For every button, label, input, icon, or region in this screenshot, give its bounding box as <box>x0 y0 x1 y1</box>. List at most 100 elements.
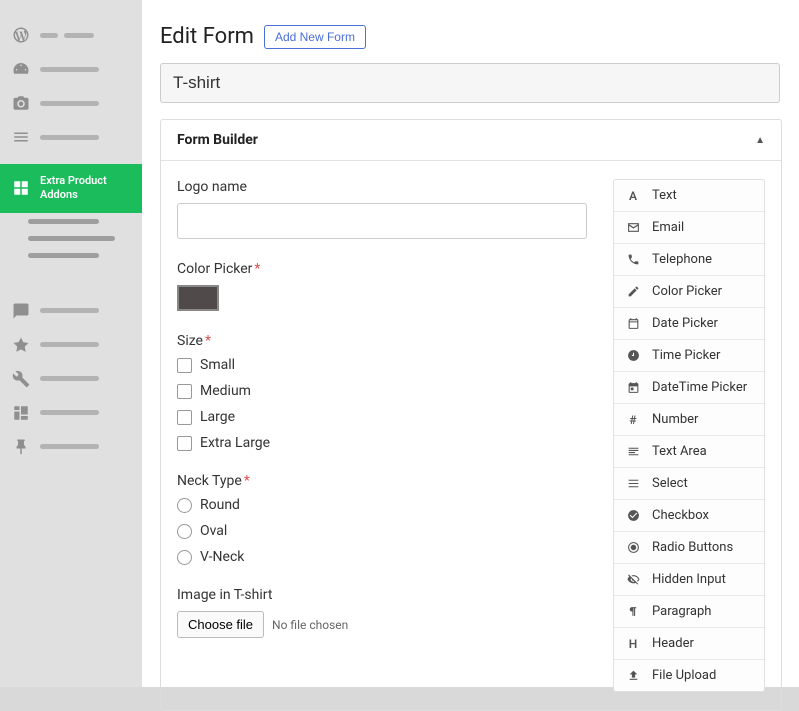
sidebar-subitem[interactable] <box>0 230 142 247</box>
form-canvas: Logo name Color Picker* Size* Small Medi… <box>177 179 587 692</box>
palette-item-number[interactable]: # Number <box>614 404 764 436</box>
sidebar-item[interactable] <box>0 430 142 464</box>
upload-icon <box>626 669 640 683</box>
palette-item-label: DateTime Picker <box>652 380 747 395</box>
palette-item-label: Paragraph <box>652 604 711 619</box>
wordpress-icon <box>12 26 30 44</box>
field-label: Neck Type* <box>177 473 587 489</box>
sidebar-active-label: Extra Product Addons <box>40 174 130 203</box>
palette-item-hidden-input[interactable]: Hidden Input <box>614 564 764 596</box>
palette-item-file-upload[interactable]: File Upload <box>614 660 764 691</box>
para-icon <box>626 605 640 619</box>
palette-item-label: Text Area <box>652 444 707 459</box>
form-name-input[interactable] <box>160 63 780 103</box>
admin-sidebar: Extra Product Addons <box>0 0 142 687</box>
palette-item-label: Time Picker <box>652 348 720 363</box>
checkbox-option[interactable]: Medium <box>177 383 587 399</box>
palette-item-paragraph[interactable]: Paragraph <box>614 596 764 628</box>
field-neck-type[interactable]: Neck Type* Round Oval V-Neck <box>177 473 587 565</box>
palette-item-date-picker[interactable]: Date Picker <box>614 308 764 340</box>
palette-item-time-picker[interactable]: Time Picker <box>614 340 764 372</box>
field-label: Size* <box>177 333 587 349</box>
field-palette: A Text Email Telephone Color Picker Date Pick… <box>613 179 765 692</box>
grid-icon <box>12 179 30 197</box>
palette-item-label: Radio Buttons <box>652 540 733 555</box>
field-image-upload[interactable]: Image in T-shirt Choose file No file cho… <box>177 587 587 638</box>
palette-item-text-area[interactable]: Text Area <box>614 436 764 468</box>
palette-item-header[interactable]: H Header <box>614 628 764 660</box>
collapse-icon[interactable]: ▲ <box>755 135 765 146</box>
palette-item-datetime-picker[interactable]: DateTime Picker <box>614 372 764 404</box>
sidebar-item[interactable] <box>0 362 142 396</box>
eye-off-icon <box>626 573 640 587</box>
sidebar-item[interactable] <box>0 294 142 328</box>
wrench-icon <box>12 370 30 388</box>
checkbox-option[interactable]: Extra Large <box>177 435 587 451</box>
sidebar-subitem[interactable] <box>0 247 142 264</box>
comment-icon <box>12 302 30 320</box>
pencil-icon <box>626 285 640 299</box>
field-label: Color Picker* <box>177 261 587 277</box>
palette-item-label: Checkbox <box>652 508 709 523</box>
checkbox-option[interactable]: Large <box>177 409 587 425</box>
list-icon <box>626 477 640 491</box>
palette-item-email[interactable]: Email <box>614 212 764 244</box>
palette-item-label: Email <box>652 220 684 235</box>
A-icon: A <box>626 189 640 203</box>
menu-icon <box>12 128 30 146</box>
palette-item-label: Color Picker <box>652 284 722 299</box>
add-new-form-button[interactable]: Add New Form <box>264 25 366 49</box>
palette-item-radio-buttons[interactable]: Radio Buttons <box>614 532 764 564</box>
palette-item-label: Telephone <box>652 252 712 267</box>
palette-item-label: Header <box>652 636 694 651</box>
file-hint: No file chosen <box>272 618 348 632</box>
textarea-icon <box>626 445 640 459</box>
palette-item-label: Hidden Input <box>652 572 726 587</box>
choose-file-button[interactable]: Choose file <box>177 611 264 638</box>
sidebar-item[interactable] <box>0 120 142 154</box>
calendar2-icon <box>626 381 640 395</box>
sidebar-item-extra-product-addons[interactable]: Extra Product Addons <box>0 164 142 213</box>
form-builder-panel: Form Builder ▲ Logo name Color Picker* S… <box>160 119 782 711</box>
sidebar-item[interactable] <box>0 86 142 120</box>
panel-title: Form Builder <box>177 132 258 148</box>
camera-icon <box>12 94 30 112</box>
radio-option[interactable]: V-Neck <box>177 549 587 565</box>
color-swatch[interactable] <box>177 285 219 311</box>
field-logo-name[interactable]: Logo name <box>177 179 587 239</box>
pin-icon <box>12 438 30 456</box>
palette-item-color-picker[interactable]: Color Picker <box>614 276 764 308</box>
radio-option[interactable]: Round <box>177 497 587 513</box>
star-icon <box>12 336 30 354</box>
sidebar-item[interactable] <box>0 52 142 86</box>
palette-item-label: Select <box>652 476 688 491</box>
check-icon <box>626 509 640 523</box>
palette-item-label: Text <box>652 188 677 203</box>
page-title: Edit Form <box>160 24 254 49</box>
sidebar-item[interactable] <box>0 396 142 430</box>
#-icon: # <box>626 413 640 427</box>
field-size[interactable]: Size* Small Medium Large Extra Large <box>177 333 587 451</box>
palette-item-checkbox[interactable]: Checkbox <box>614 500 764 532</box>
sidebar-subitem[interactable] <box>0 213 142 230</box>
palette-item-label: File Upload <box>652 668 716 683</box>
phone-icon <box>626 253 640 267</box>
field-label: Logo name <box>177 179 587 195</box>
field-color-picker[interactable]: Color Picker* <box>177 261 587 311</box>
envelope-icon <box>626 221 640 235</box>
calendar-icon <box>626 317 640 331</box>
logo-name-input[interactable] <box>177 203 587 239</box>
checkbox-option[interactable]: Small <box>177 357 587 373</box>
blocks-icon <box>12 404 30 422</box>
radio-option[interactable]: Oval <box>177 523 587 539</box>
sidebar-item[interactable] <box>0 18 142 52</box>
sidebar-item[interactable] <box>0 328 142 362</box>
H-icon: H <box>626 637 640 651</box>
main-content: Edit Form Add New Form Form Builder ▲ Lo… <box>142 0 799 687</box>
palette-item-label: Number <box>652 412 698 427</box>
palette-item-select[interactable]: Select <box>614 468 764 500</box>
palette-item-text[interactable]: A Text <box>614 180 764 212</box>
palette-item-telephone[interactable]: Telephone <box>614 244 764 276</box>
field-label: Image in T-shirt <box>177 587 587 603</box>
radio-icon <box>626 541 640 555</box>
